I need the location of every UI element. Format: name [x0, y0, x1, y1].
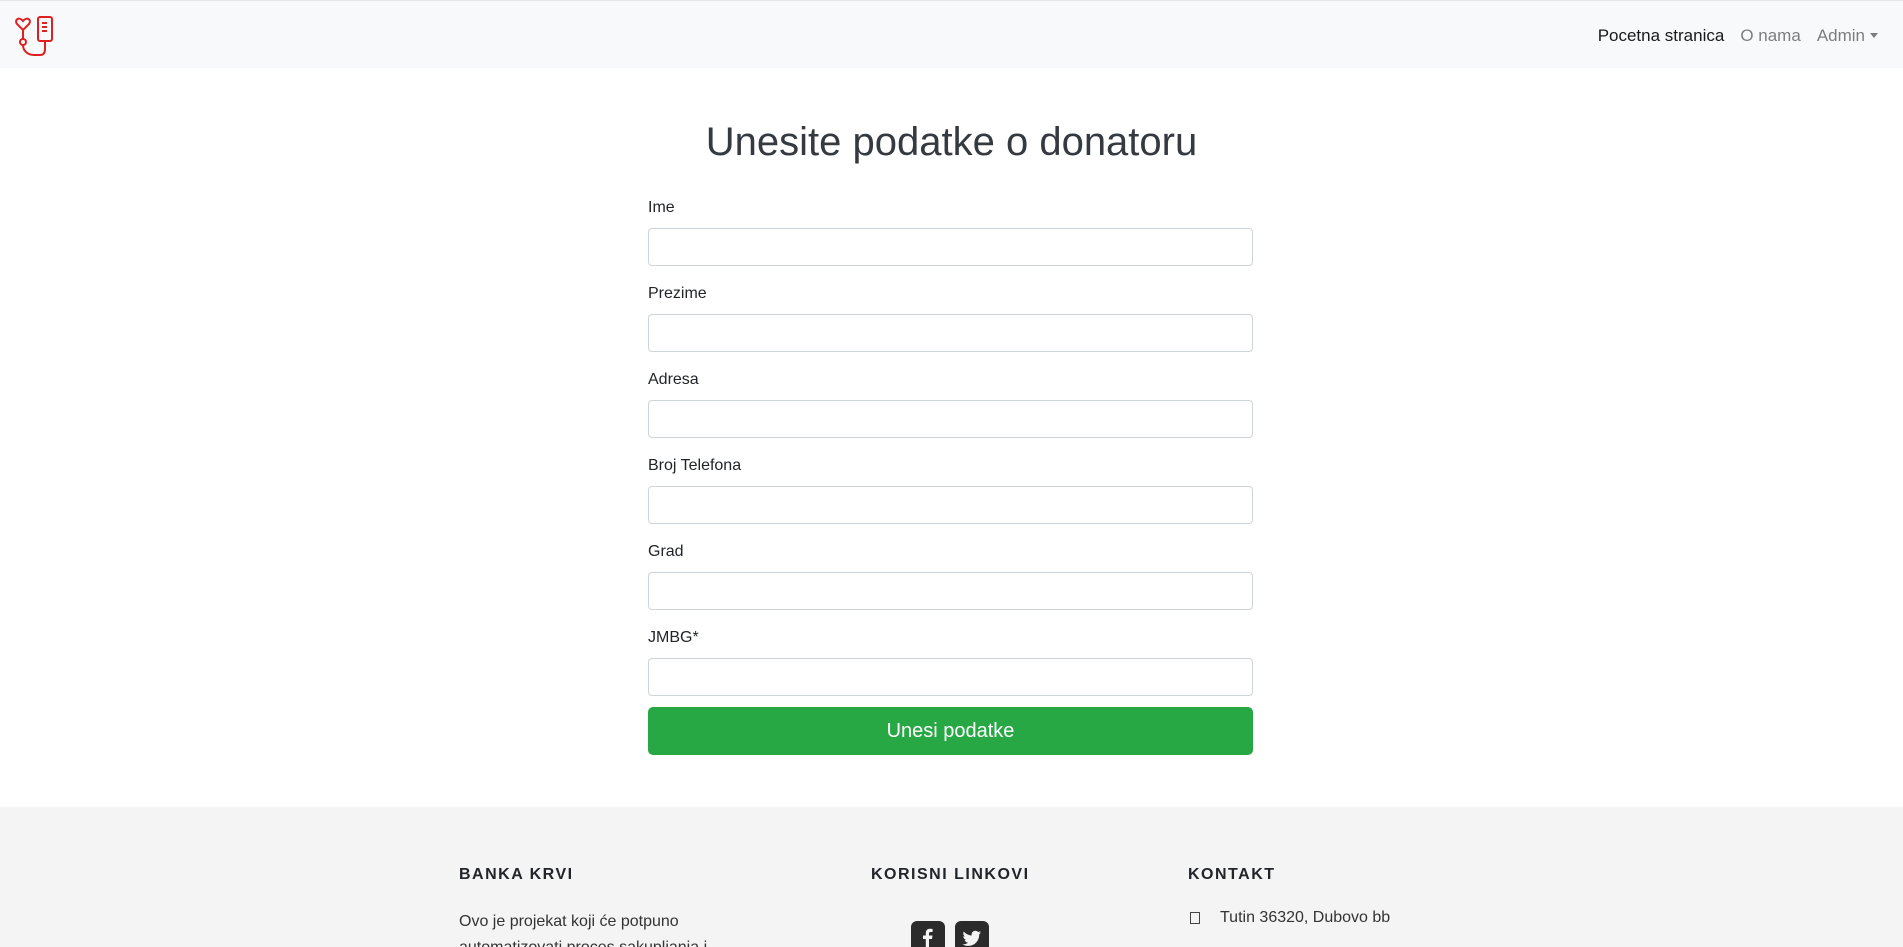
- footer-contact-heading: KONTAKT: [1188, 866, 1276, 883]
- footer-links-heading: KORISNI LINKOVI: [871, 866, 1030, 883]
- label-ime: Ime: [648, 199, 675, 216]
- ime-input[interactable]: [648, 228, 1253, 266]
- nav-links: Pocetna stranica O nama Admin: [1582, 26, 1878, 46]
- jmbg-input[interactable]: [648, 658, 1253, 696]
- donor-form: Ime Prezime Adresa Broj Telefona Grad JM…: [648, 196, 1253, 755]
- footer-links: KORISNI LINKOVI: [871, 865, 1030, 947]
- nav-link-about[interactable]: O nama: [1740, 26, 1800, 46]
- adresa-input[interactable]: [648, 400, 1253, 438]
- contact-address-row: Tutin 36320, Dubovo bb: [1188, 909, 1390, 927]
- field-prezime: Prezime: [648, 282, 1253, 368]
- field-adresa: Adresa: [648, 368, 1253, 454]
- field-jmbg: JMBG*: [648, 626, 1253, 706]
- label-jmbg: JMBG*: [648, 629, 699, 646]
- nav-link-home[interactable]: Pocetna stranica: [1598, 26, 1725, 46]
- prezime-input[interactable]: [648, 314, 1253, 352]
- label-adresa: Adresa: [648, 371, 699, 388]
- grad-input[interactable]: [648, 572, 1253, 610]
- footer-about-text: Ovo je projekat koji će potpuno automati…: [459, 913, 707, 947]
- social-icons: [911, 921, 1030, 947]
- label-broj-telefona: Broj Telefona: [648, 457, 742, 474]
- label-grad: Grad: [648, 543, 684, 560]
- facebook-icon[interactable]: [911, 921, 945, 947]
- nav-admin-label: Admin: [1816, 26, 1865, 45]
- twitter-icon[interactable]: [955, 921, 989, 947]
- field-grad: Grad: [648, 540, 1253, 626]
- footer-about-heading: BANKA KRVI: [459, 866, 574, 883]
- field-ime: Ime: [648, 196, 1253, 282]
- contact-address: Tutin 36320, Dubovo bb: [1220, 909, 1391, 926]
- footer-contact: KONTAKT Tutin 36320, Dubovo bb: [1188, 865, 1390, 927]
- label-prezime: Prezime: [648, 285, 707, 302]
- blood-bag-logo-icon[interactable]: [14, 15, 58, 57]
- page-title: Unesite podatke o donatoru: [705, 120, 1198, 164]
- footer-about: BANKA KRVI Ovo je projekat koji će potpu…: [459, 865, 721, 947]
- broj-telefona-input[interactable]: [648, 486, 1253, 524]
- chevron-down-icon: [1870, 33, 1878, 38]
- field-broj-telefona: Broj Telefona: [648, 454, 1253, 540]
- submit-button[interactable]: Unesi podatke: [648, 707, 1253, 755]
- footer: BANKA KRVI Ovo je projekat koji će potpu…: [0, 807, 1903, 947]
- map-marker-icon: [1190, 912, 1200, 924]
- navbar: Pocetna stranica O nama Admin: [0, 0, 1903, 68]
- nav-link-admin-dropdown[interactable]: Admin: [1817, 26, 1878, 46]
